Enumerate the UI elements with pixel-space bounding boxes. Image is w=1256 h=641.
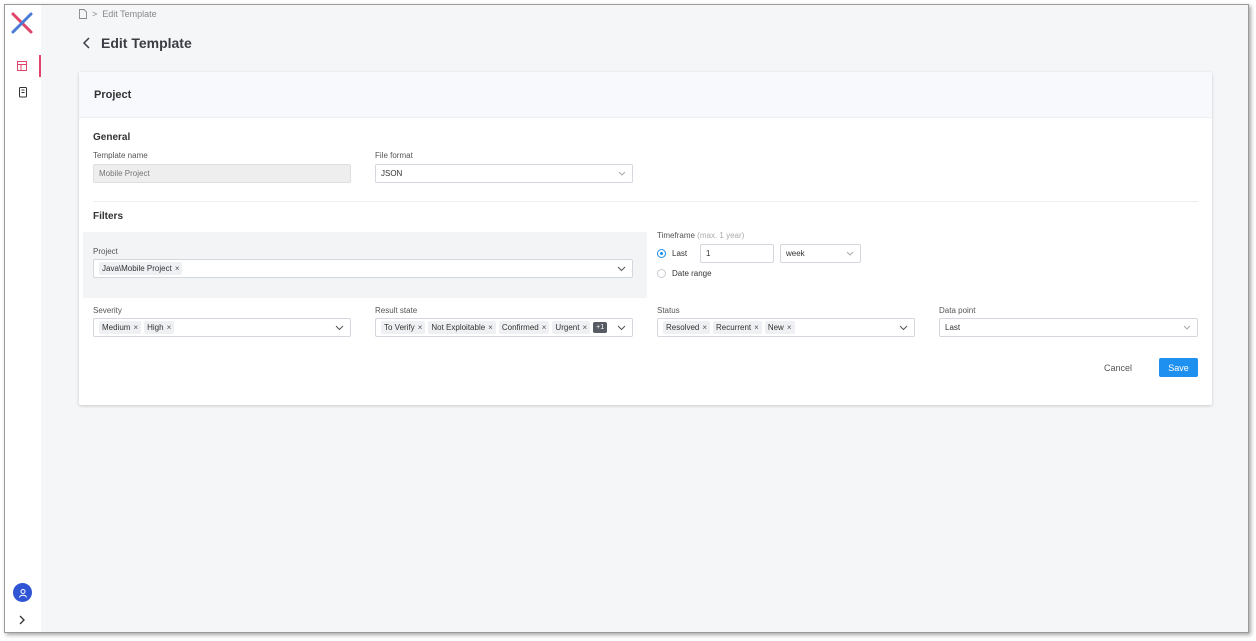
chevron-down-icon: [617, 266, 626, 272]
logo-icon: [11, 12, 33, 34]
file-format-label: File format: [375, 151, 413, 160]
file-icon[interactable]: [79, 9, 87, 19]
status-select[interactable]: Resolved × Recurrent × New ×: [657, 318, 915, 337]
card-title: Project: [94, 88, 132, 101]
cancel-button[interactable]: Cancel: [1104, 359, 1132, 377]
template-name-input[interactable]: [93, 164, 351, 183]
project-tag: Java\Mobile Project ×: [99, 262, 183, 275]
chevron-down-icon: [1183, 325, 1191, 330]
remove-tag-icon[interactable]: ×: [754, 323, 759, 332]
remove-tag-icon[interactable]: ×: [787, 323, 792, 332]
remove-tag-icon[interactable]: ×: [167, 323, 172, 332]
app-window: > Edit Template Edit Template Project Ge…: [4, 4, 1249, 633]
result-state-tag: Urgent ×: [552, 321, 591, 334]
general-section-title: General: [93, 132, 131, 143]
sidebar-item-templates[interactable]: [5, 55, 41, 77]
remove-tag-icon[interactable]: ×: [175, 264, 180, 273]
file-format-value: JSON: [381, 169, 403, 178]
remove-tag-icon[interactable]: ×: [488, 323, 493, 332]
chevron-right-icon: [19, 615, 25, 625]
template-card: Project General Template name File forma…: [79, 72, 1212, 405]
page-title: Edit Template: [81, 35, 192, 51]
user-icon: [18, 588, 27, 598]
more-tags-badge[interactable]: +1: [593, 322, 608, 333]
back-arrow-icon[interactable]: [81, 36, 91, 50]
chevron-down-icon: [899, 325, 908, 331]
remove-tag-icon[interactable]: ×: [133, 323, 138, 332]
severity-tag: High ×: [144, 321, 175, 334]
timeframe-hint: (max. 1 year): [697, 231, 745, 240]
chevron-down-icon: [617, 325, 626, 331]
timeframe-unit-select[interactable]: week: [780, 244, 861, 263]
section-divider: [93, 201, 1198, 202]
data-point-select[interactable]: Last: [939, 318, 1198, 337]
chevron-down-icon: [335, 325, 344, 331]
radio-unselected[interactable]: [657, 269, 666, 278]
sidebar-item-reports[interactable]: [5, 81, 41, 103]
status-tag: Resolved ×: [663, 321, 711, 334]
project-label: Project: [93, 247, 118, 256]
data-point-label: Data point: [939, 306, 976, 315]
status-label: Status: [657, 306, 680, 315]
remove-tag-icon[interactable]: ×: [542, 323, 547, 332]
remove-tag-icon[interactable]: ×: [582, 323, 587, 332]
save-button[interactable]: Save: [1159, 358, 1198, 377]
breadcrumb-separator: >: [92, 9, 98, 19]
status-tag: New ×: [764, 321, 795, 334]
card-header: Project: [79, 72, 1212, 118]
timeframe-label: Timeframe (max. 1 year): [657, 231, 745, 240]
template-icon: [17, 61, 27, 71]
template-name-label: Template name: [93, 151, 148, 160]
breadcrumb-current: Edit Template: [102, 9, 157, 19]
radio-selected[interactable]: [657, 249, 666, 258]
chevron-down-icon: [846, 251, 854, 256]
remove-tag-icon[interactable]: ×: [418, 323, 423, 332]
severity-tag: Medium ×: [99, 321, 142, 334]
result-state-tag: Confirmed ×: [498, 321, 550, 334]
chevron-down-icon: [618, 171, 626, 176]
status-tag: Recurrent ×: [713, 321, 762, 334]
severity-label: Severity: [93, 306, 122, 315]
filters-section-title: Filters: [93, 211, 124, 222]
project-select[interactable]: Java\Mobile Project ×: [93, 259, 633, 278]
page-title-text: Edit Template: [101, 35, 192, 51]
document-icon: [19, 86, 27, 97]
breadcrumb: > Edit Template: [79, 9, 157, 19]
expand-sidebar-button[interactable]: [15, 613, 29, 627]
user-avatar[interactable]: [13, 583, 32, 602]
result-state-tag: To Verify ×: [381, 321, 426, 334]
severity-select[interactable]: Medium × High ×: [93, 318, 351, 337]
timeframe-date-range-option[interactable]: Date range: [657, 269, 712, 278]
file-format-select[interactable]: JSON: [375, 164, 633, 183]
result-state-select[interactable]: To Verify × Not Exploitable × Confirmed × U…: [375, 318, 633, 337]
result-state-tag: Not Exploitable ×: [428, 321, 496, 334]
sidebar: [5, 5, 41, 632]
timeframe-amount-input[interactable]: 1: [700, 244, 774, 263]
timeframe-last-option[interactable]: Last: [657, 249, 687, 258]
remove-tag-icon[interactable]: ×: [702, 323, 707, 332]
result-state-label: Result state: [375, 306, 418, 315]
